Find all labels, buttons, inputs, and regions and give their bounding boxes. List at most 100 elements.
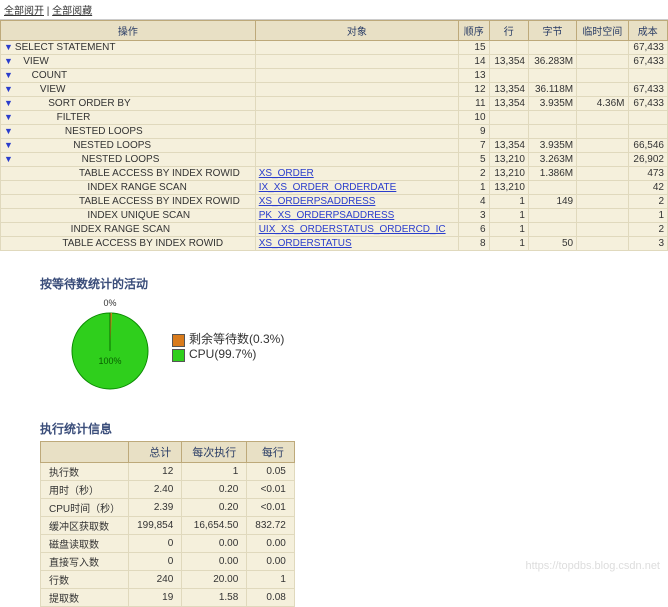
plan-cost: 2 [628,223,667,237]
plan-cost: 1 [628,209,667,223]
plan-object-link[interactable]: XS_ORDERSTATUS [255,237,458,251]
plan-row: VIEW1213,35436.118M67,433 [1,83,668,97]
plan-op: NESTED LOOPS [1,139,256,153]
plan-header-0[interactable]: 操作 [1,21,256,41]
plan-header-3[interactable]: 行 [489,21,528,41]
plan-rows: 1 [489,209,528,223]
plan-temp [577,139,628,153]
plan-row: VIEW1413,35436.283M67,433 [1,55,668,69]
plan-row: SELECT STATEMENT1567,433 [1,41,668,55]
plan-bytes: 149 [528,195,576,209]
plan-rows: 13,354 [489,97,528,111]
plan-ord: 6 [459,223,489,237]
plan-cost: 67,433 [628,83,667,97]
stats-header-0 [41,442,129,463]
plan-ord: 9 [459,125,489,139]
stats-per_row: 0.00 [247,535,295,553]
plan-row: INDEX UNIQUE SCANPK_XS_ORDERPSADDRESS311 [1,209,668,223]
plan-op: SELECT STATEMENT [1,41,256,55]
plan-rows [489,111,528,125]
plan-temp [577,153,628,167]
plan-row: COUNT13 [1,69,668,83]
plan-ord: 1 [459,181,489,195]
plan-op: INDEX UNIQUE SCAN [1,209,256,223]
plan-row: NESTED LOOPS713,3543.935M66,546 [1,139,668,153]
stats-label: CPU时间（秒） [41,499,129,517]
plan-ord: 4 [459,195,489,209]
stats-label: 磁盘读取数 [41,535,129,553]
plan-row: INDEX RANGE SCANIX_XS_ORDER_ORDERDATE113… [1,181,668,195]
plan-row: FILTER 10 [1,111,668,125]
plan-object-link [255,97,458,111]
plan-temp [577,237,628,251]
plan-object-link [255,83,458,97]
plan-object-link[interactable]: IX_XS_ORDER_ORDERDATE [255,181,458,195]
plan-op: VIEW [1,83,256,97]
plan-rows [489,41,528,55]
plan-cost [628,69,667,83]
plan-header-5[interactable]: 临时空间 [577,21,628,41]
plan-ord: 15 [459,41,489,55]
stats-per_row: 0.08 [247,589,295,607]
legend-swatch-waits [172,334,185,347]
stats-per_exec: 0.20 [182,499,247,517]
plan-row: TABLE ACCESS BY INDEX ROWIDXS_ORDERSTATU… [1,237,668,251]
plan-ord: 7 [459,139,489,153]
plan-op: VIEW [1,55,256,69]
link-collapse-all[interactable]: 全部阅藏 [52,6,92,17]
stats-label: 行数 [41,571,129,589]
stats-per_exec: 0.00 [182,553,247,571]
stats-row: CPU时间（秒）2.390.20<0.01 [41,499,295,517]
plan-rows: 13,354 [489,139,528,153]
legend-cpu: CPU(99.7%) [189,347,256,361]
stats-label: 直接写入数 [41,553,129,571]
plan-row: NESTED LOOPS9 [1,125,668,139]
plan-rows: 1 [489,195,528,209]
stats-row: 用时（秒）2.400.20<0.01 [41,481,295,499]
stats-total: 199,854 [129,517,182,535]
plan-header-4[interactable]: 字节 [528,21,576,41]
plan-cost: 67,433 [628,97,667,111]
pie-chart: 0% 100% [60,296,160,396]
stats-total: 0 [129,553,182,571]
plan-object-link [255,139,458,153]
plan-row: TABLE ACCESS BY INDEX ROWIDXS_ORDERPSADD… [1,195,668,209]
stats-header-1: 总计 [129,442,182,463]
stats-row: 缓冲区获取数199,85416,654.50832.72 [41,517,295,535]
plan-rows [489,69,528,83]
plan-object-link[interactable]: UIX_XS_ORDERSTATUS_ORDERCD_IC [255,223,458,237]
plan-object-link[interactable]: PK_XS_ORDERPSADDRESS [255,209,458,223]
plan-object-link[interactable]: XS_ORDERPSADDRESS [255,195,458,209]
plan-header-2[interactable]: 顺序 [459,21,489,41]
plan-temp [577,195,628,209]
legend-swatch-cpu [172,349,185,362]
plan-header-1[interactable]: 对象 [255,21,458,41]
plan-ord: 5 [459,153,489,167]
plan-row: SORT ORDER BY1113,3543.935M4.36M67,433 [1,97,668,111]
link-expand-all[interactable]: 全部阅开 [4,6,44,17]
plan-object-link [255,69,458,83]
execution-plan-table: 操作对象顺序行字节临时空间成本 SELECT STATEMENT1567,433… [0,20,668,251]
stats-row: 磁盘读取数00.000.00 [41,535,295,553]
plan-object-link [255,153,458,167]
stats-per_row: <0.01 [247,499,295,517]
plan-ord: 10 [459,111,489,125]
plan-object-link[interactable]: XS_ORDER [255,167,458,181]
stats-label: 用时（秒） [41,481,129,499]
plan-bytes: 3.935M [528,139,576,153]
plan-cost [628,125,667,139]
plan-rows: 13,210 [489,153,528,167]
plan-ord: 12 [459,83,489,97]
pie-top-label: 0% [103,298,116,308]
plan-rows: 13,210 [489,181,528,195]
plan-ord: 2 [459,167,489,181]
stats-row: 提取数191.580.08 [41,589,295,607]
plan-temp [577,181,628,195]
top-links: 全部阅开 | 全部阅藏 [0,0,668,20]
stats-per_exec: 20.00 [182,571,247,589]
plan-op: TABLE ACCESS BY INDEX ROWID [1,195,256,209]
plan-header-6[interactable]: 成本 [628,21,667,41]
plan-op: FILTER [1,111,256,125]
plan-bytes [528,181,576,195]
plan-object-link [255,125,458,139]
